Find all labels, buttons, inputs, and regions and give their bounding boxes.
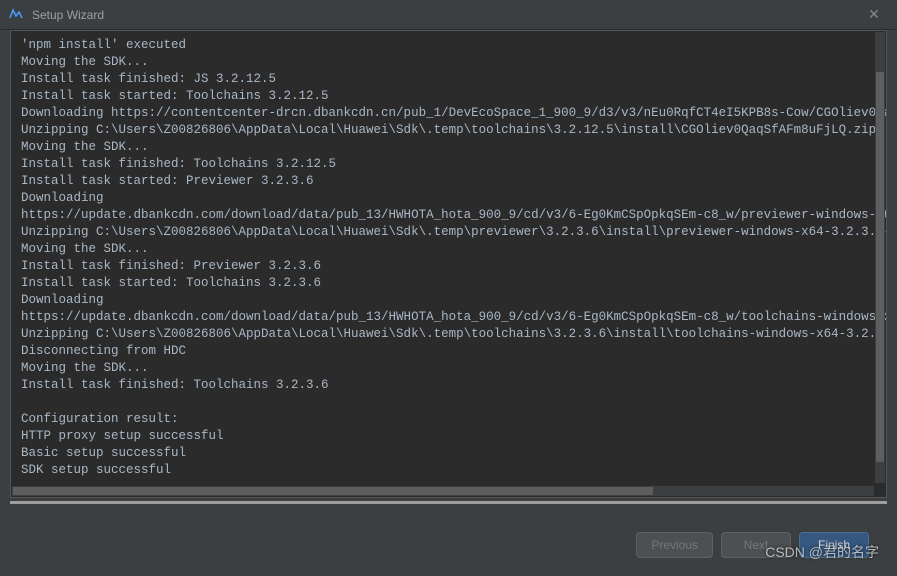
progress-fill [10, 501, 887, 504]
app-icon [8, 7, 24, 23]
horizontal-scrollbar[interactable] [12, 486, 874, 496]
vertical-scrollbar[interactable] [875, 32, 885, 483]
finish-button[interactable]: Finish [799, 532, 869, 558]
log-panel: 'npm install' executed Moving the SDK...… [10, 30, 887, 498]
log-output: 'npm install' executed Moving the SDK...… [11, 31, 886, 483]
progress-bar [10, 501, 887, 504]
horizontal-scrollbar-thumb[interactable] [13, 487, 653, 495]
titlebar: Setup Wizard ✕ [0, 0, 897, 30]
close-icon[interactable]: ✕ [859, 0, 889, 30]
button-row: Previous Next Finish [636, 532, 869, 558]
next-button[interactable]: Next [721, 532, 791, 558]
vertical-scrollbar-thumb[interactable] [876, 72, 884, 462]
previous-button[interactable]: Previous [636, 532, 713, 558]
window-title: Setup Wizard [32, 8, 859, 22]
